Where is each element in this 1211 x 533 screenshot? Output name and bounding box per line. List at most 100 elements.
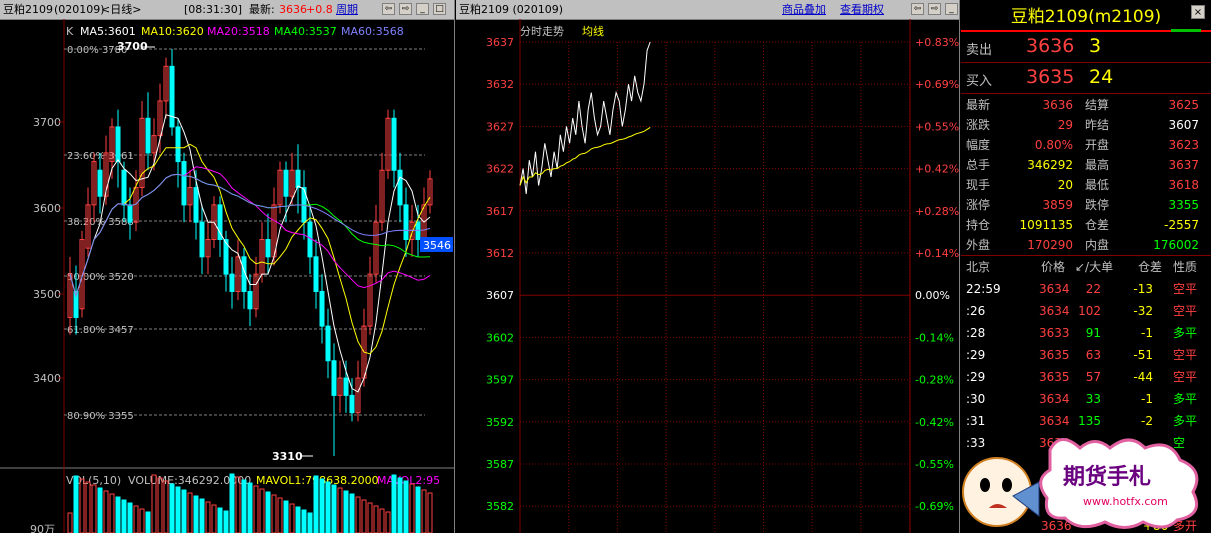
kline-titlebar: 豆粕2109 (020109) <日线> [08:31:30] 最新: 3636… (0, 0, 454, 20)
candle-body (145, 117, 151, 154)
volume-bar (301, 509, 307, 533)
kline-panel[interactable]: 豆粕2109 (020109) <日线> [08:31:30] 最新: 3636… (0, 0, 455, 533)
stat-label: 最高 (1085, 158, 1110, 172)
tick-row[interactable]: :28 3633 91 -1 多平 (961, 323, 1211, 343)
tick-row[interactable]: :29 3635 63 -51 空平 (961, 345, 1211, 365)
stat-label: 内盘 (1085, 238, 1110, 252)
volume-bar (307, 512, 313, 533)
timeshare-pct-tick: -0.42% (915, 416, 954, 429)
price-line (519, 41, 651, 194)
stat-value: 3607 (1168, 118, 1199, 132)
volume-bar (427, 492, 433, 533)
price-tick: 3600 (33, 202, 61, 215)
tick-type: 多平 (1173, 392, 1198, 406)
kline-chart[interactable]: K MA5:3601 MA10:3620 MA20:3518 MA40:3537 MA6… (0, 19, 455, 533)
sell-row: 卖出 3636 3 (961, 34, 1211, 63)
sell-price: 3636 (1026, 35, 1075, 57)
candle-body (127, 204, 133, 223)
stat-row: 最新 3636 结算 3625 (961, 95, 1211, 115)
stat-label: 开盘 (1085, 138, 1110, 152)
timeshare-price-tick: 3612 (486, 247, 514, 260)
candle-body (283, 169, 289, 197)
tick-time: :29 (966, 348, 986, 362)
close-icon[interactable]: × (1191, 5, 1205, 19)
tick-row[interactable]: :30 3634 33 -1 多平 (961, 389, 1211, 409)
timeshare-panel[interactable]: 豆粕2109 (020109) 商品叠加 查看期权 ⇦ ⇨ _ 分时走势 均线 … (456, 0, 960, 533)
minimize-icon[interactable]: _ (945, 3, 958, 15)
volume-bar (397, 477, 403, 533)
buy-price: 3635 (1026, 66, 1075, 88)
tick-time: :29 (966, 370, 986, 384)
volume-bar (79, 478, 85, 533)
stat-label: 昨结 (1085, 118, 1110, 132)
tick-row[interactable]: :31 3634 135 -2 多平 (961, 411, 1211, 431)
tick-header-vol: ↙/大单 (1075, 260, 1114, 274)
volume-bar (121, 499, 127, 533)
overlay-link[interactable]: 商品叠加 (782, 0, 826, 19)
indicator-label: K (66, 25, 74, 38)
kline-latest-value: 3636 (279, 3, 307, 16)
options-link[interactable]: 查看期权 (840, 0, 884, 19)
candle-body (115, 126, 121, 163)
tick-row[interactable]: :26 3634 102 -32 空平 (961, 301, 1211, 321)
volume-bar (85, 481, 91, 533)
tick-vol: 33 (1085, 392, 1101, 406)
timeshare-price-tick: 3617 (486, 205, 514, 218)
stat-label: 外盘 (966, 238, 991, 252)
tick-diff: -1 (1141, 326, 1153, 340)
volume-bar (367, 502, 373, 533)
tick-row[interactable]: :29 3635 57 -44 空平 (961, 367, 1211, 387)
timeshare-pct-tick: 0.00% (915, 289, 950, 302)
quote-title: 豆粕2109(m2109) (1010, 7, 1162, 27)
stat-label: 总手 (966, 158, 991, 172)
volume-bar (67, 512, 73, 533)
tick-type: 多平 (1173, 414, 1198, 428)
stat-value: 3625 (1168, 98, 1199, 112)
candle-body (247, 290, 253, 310)
candle-body (349, 394, 355, 414)
candle-body (331, 360, 337, 396)
timeshare-pct-tick: +0.69% (915, 78, 959, 91)
tick-vol: 63 (1085, 348, 1101, 362)
candle-body (169, 65, 175, 128)
stat-label: 跌停 (1085, 198, 1110, 212)
tick-row[interactable]: 22:59 3634 22 -13 空平 (961, 279, 1211, 299)
timeshare-price-tick: 3607 (486, 289, 514, 302)
candle-body (343, 377, 349, 396)
timeshare-chart[interactable]: 分时走势 均线 3637 +0.83% 3632 +0.69% 3627 +0.55% 36… (456, 19, 960, 533)
stat-label: 幅度 (966, 138, 991, 152)
kline-symbol: 豆粕2109 (3, 3, 53, 16)
minimize-icon[interactable]: _ (416, 3, 429, 15)
maximize-icon[interactable]: □ (433, 3, 446, 15)
prev-icon[interactable]: ⇦ (911, 3, 924, 15)
volume-bar (229, 473, 235, 533)
candle-body (295, 169, 301, 189)
ma-label: MA5:3601 (80, 25, 136, 38)
volume-bar (181, 489, 187, 533)
volume-bar (283, 500, 289, 533)
candle-body (397, 169, 403, 206)
volume-bar (313, 475, 319, 533)
stat-row: 涨停 3859 跌停 3355 (961, 195, 1211, 215)
stat-row: 外盘 170290 内盘 176002 (961, 235, 1211, 255)
tick-price: 3634 (1039, 304, 1070, 318)
volume-bar (415, 486, 421, 533)
volume-bar (391, 474, 397, 533)
candle-body (175, 126, 181, 163)
ma-label: MA20:3518 (207, 25, 270, 38)
timeshare-pct-tick: -0.28% (915, 374, 954, 387)
stat-label: 仓差 (1085, 218, 1110, 232)
next-icon[interactable]: ⇨ (399, 3, 412, 15)
ma-label: MA10:3620 (141, 25, 204, 38)
tick-header-diff: 仓差 (1138, 260, 1163, 274)
prev-icon[interactable]: ⇦ (382, 3, 395, 15)
candle-body (325, 325, 331, 362)
stat-value: 29 (1057, 118, 1073, 132)
period-link[interactable]: 周期 (336, 0, 358, 19)
volume-bar (169, 483, 175, 533)
timeshare-price-tick: 3627 (486, 120, 514, 133)
buy-qty: 24 (1089, 66, 1114, 88)
tick-type: 空平 (1173, 304, 1198, 318)
next-icon[interactable]: ⇨ (928, 3, 941, 15)
timeshare-pct-tick: -0.14% (915, 331, 954, 344)
